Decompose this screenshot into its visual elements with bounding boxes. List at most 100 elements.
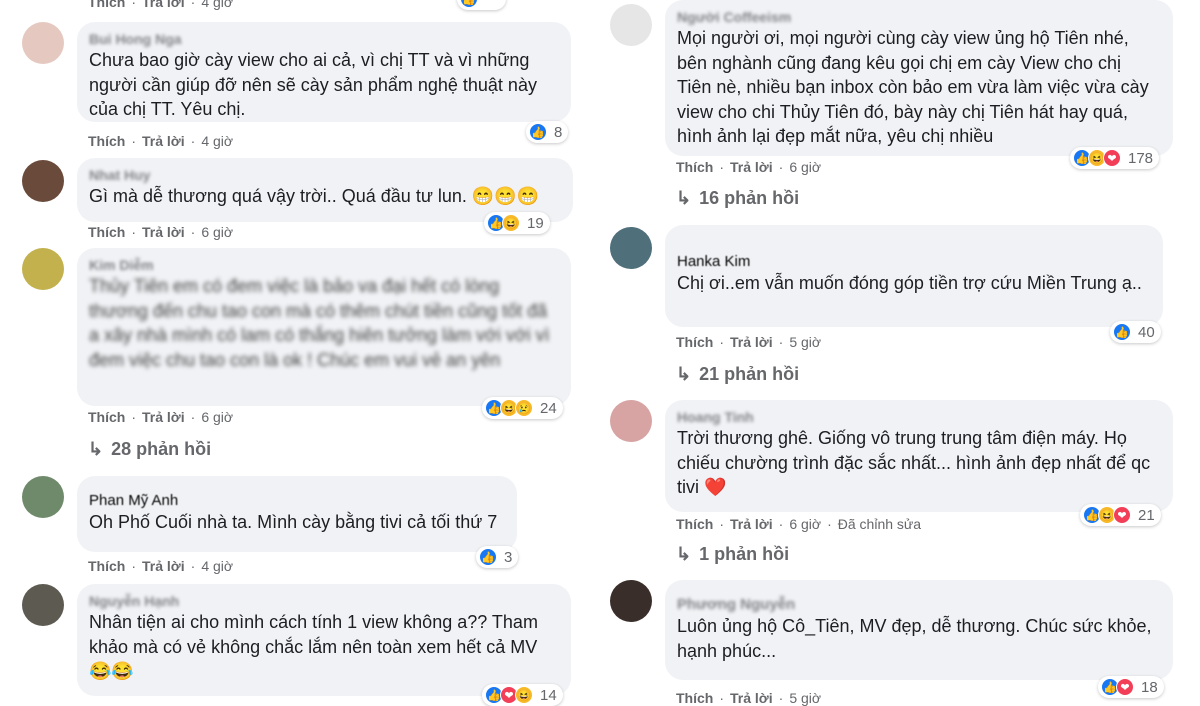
- reply-arrow-icon: ↳: [676, 544, 692, 564]
- comment-actions: Thích · Trả lời · 6 giờ: [88, 224, 234, 240]
- reaction-count: 14: [540, 686, 557, 704]
- comment-text: Luôn ủng hộ Cô_Tiên, MV đẹp, dễ thương. …: [677, 616, 1157, 661]
- timestamp[interactable]: 4 giờ: [201, 0, 233, 10]
- reaction-summary[interactable]: 👍 😆 ❤ 21: [1080, 504, 1161, 526]
- comment-actions: Thích · Trả lời · 6 giờ: [676, 159, 822, 175]
- reaction-summary[interactable]: 👍 ❤ 😆 14: [482, 684, 563, 706]
- like-link[interactable]: Thích: [88, 133, 125, 149]
- reaction-summary[interactable]: 👍 40: [1110, 321, 1161, 343]
- timestamp[interactable]: 6 giờ: [201, 409, 233, 425]
- comment-bubble: Hoang Tinh Trời thương ghê. Giống vô tru…: [665, 400, 1173, 512]
- replies-count: 28 phản hồi: [111, 439, 212, 459]
- reply-link[interactable]: Trả lời: [142, 409, 185, 425]
- comment-bubble: Phương Nguyễn Luôn ủng hộ Cô_Tiên, MV đẹ…: [665, 580, 1173, 680]
- like-reaction-icon: 👍: [479, 548, 497, 566]
- comment-text: Nhân tiện ai cho mình cách tính 1 view k…: [89, 612, 543, 681]
- timestamp[interactable]: 4 giờ: [201, 558, 233, 574]
- reaction-summary[interactable]: 👍 3: [476, 546, 519, 568]
- commenter-name[interactable]: Hanka Kim: [677, 253, 1149, 271]
- commenter-name[interactable]: Hoang Tinh: [677, 408, 1159, 426]
- commenter-name[interactable]: Bui Hong Nga: [89, 30, 557, 48]
- avatar[interactable]: [22, 248, 64, 290]
- avatar[interactable]: [610, 227, 652, 269]
- reaction-count: 21: [1138, 506, 1155, 524]
- reaction-summary[interactable]: 👍: [457, 0, 506, 10]
- view-replies-link[interactable]: ↳ 21 phản hồi: [676, 364, 799, 385]
- timestamp[interactable]: 6 giờ: [201, 224, 233, 240]
- comment-text: Thủy Tiên em có đem việc là bảo va đại h…: [89, 276, 555, 370]
- like-link[interactable]: Thích: [676, 690, 713, 706]
- reply-link[interactable]: Trả lời: [730, 334, 773, 350]
- comment-actions: Thích · Trả lời · 4 giờ: [88, 133, 234, 149]
- reaction-count: 18: [1141, 678, 1158, 696]
- sad-reaction-icon: 😢: [515, 399, 533, 417]
- like-link[interactable]: Thích: [676, 334, 713, 350]
- timestamp[interactable]: 5 giờ: [789, 334, 821, 350]
- view-replies-link[interactable]: ↳ 16 phản hồi: [676, 188, 799, 209]
- commenter-name[interactable]: Nhat Huy: [89, 166, 559, 184]
- like-reaction-icon: 👍: [529, 123, 547, 141]
- avatar[interactable]: [610, 400, 652, 442]
- comment-text: Chưa bao giờ cày view cho ai cả, vì chị …: [89, 50, 542, 119]
- comment-text: Gì mà dễ thương quá vậy trời.. Quá đầu t…: [89, 186, 540, 206]
- edited-label[interactable]: Đã chỉnh sửa: [838, 516, 921, 532]
- replies-count: 21 phản hồi: [699, 364, 800, 384]
- haha-reaction-icon: 😆: [502, 214, 520, 232]
- comment-actions: Thích · Trả lời · 5 giờ: [676, 334, 822, 350]
- left-edge-strip: [0, 0, 6, 700]
- reaction-summary[interactable]: 👍 😆 😢 24: [482, 397, 563, 419]
- commenter-name[interactable]: Phan Mỹ Anh: [89, 492, 503, 510]
- commenter-name[interactable]: Phương Nguyễn: [677, 596, 1159, 614]
- comment-text: Chị ơi..em vẫn muốn đóng góp tiền trợ cứ…: [677, 273, 1142, 293]
- comment-text: Oh Phố Cuối nhà ta. Mình cày bằng tivi c…: [89, 512, 498, 532]
- commenter-name[interactable]: Người Coffeeism: [677, 8, 1159, 26]
- haha-reaction-icon: 😆: [515, 686, 533, 704]
- comment-bubble: Phan Mỹ Anh Oh Phố Cuối nhà ta. Mình cày…: [77, 476, 517, 552]
- like-reaction-icon: 👍: [1113, 323, 1131, 341]
- avatar[interactable]: [22, 22, 64, 64]
- reaction-summary[interactable]: 👍 8: [526, 121, 569, 143]
- reaction-count: 40: [1138, 323, 1155, 341]
- reply-link[interactable]: Trả lời: [142, 0, 185, 10]
- comment-text: Mọi người ơi, mọi người cùng cày view ủn…: [677, 28, 1154, 146]
- view-replies-link[interactable]: ↳ 28 phản hồi: [88, 439, 211, 460]
- comment-actions: Thích · Trả lời · 6 giờ: [88, 409, 234, 425]
- reply-link[interactable]: Trả lời: [142, 224, 185, 240]
- timestamp[interactable]: 6 giờ: [789, 516, 821, 532]
- timestamp[interactable]: 5 giờ: [789, 690, 821, 706]
- reply-link[interactable]: Trả lời: [142, 558, 185, 574]
- avatar[interactable]: [610, 4, 652, 46]
- like-link[interactable]: Thích: [88, 558, 125, 574]
- comment-bubble: Nguyễn Hạnh Nhân tiện ai cho mình cách t…: [77, 584, 571, 696]
- like-link[interactable]: Thích: [88, 409, 125, 425]
- like-link[interactable]: Thích: [88, 224, 125, 240]
- love-reaction-icon: ❤: [1113, 506, 1131, 524]
- reaction-count: 24: [540, 399, 557, 417]
- reply-link[interactable]: Trả lời: [142, 133, 185, 149]
- comment-text: Trời thương ghê. Giống vô trung trung tâ…: [677, 428, 1156, 497]
- timestamp[interactable]: 6 giờ: [789, 159, 821, 175]
- like-link[interactable]: Thích: [88, 0, 125, 10]
- reaction-summary[interactable]: 👍 😆 ❤ 178: [1070, 147, 1160, 169]
- comment-actions: Thích · Trả lời · 4 giờ: [88, 0, 233, 10]
- like-link[interactable]: Thích: [676, 159, 713, 175]
- reaction-count: 19: [527, 214, 544, 232]
- reaction-summary[interactable]: 👍 😆 19: [484, 212, 550, 234]
- reply-link[interactable]: Trả lời: [730, 690, 773, 706]
- view-replies-link[interactable]: ↳ 1 phản hồi: [676, 544, 789, 565]
- replies-count: 1 phản hồi: [699, 544, 790, 564]
- reaction-summary[interactable]: 👍 ❤ 18: [1098, 676, 1164, 698]
- commenter-name[interactable]: Nguyễn Hạnh: [89, 592, 557, 610]
- comment-actions: Thích · Trả lời · 5 giờ: [676, 690, 822, 706]
- reply-link[interactable]: Trả lời: [730, 159, 773, 175]
- avatar[interactable]: [22, 160, 64, 202]
- like-link[interactable]: Thích: [676, 516, 713, 532]
- timestamp[interactable]: 4 giờ: [201, 133, 233, 149]
- reply-link[interactable]: Trả lời: [730, 516, 773, 532]
- comment-bubble: Người Coffeeism Mọi người ơi, mọi người …: [665, 0, 1173, 156]
- avatar[interactable]: [22, 476, 64, 518]
- commenter-name[interactable]: Kim Diễm: [89, 256, 557, 274]
- reply-arrow-icon: ↳: [676, 364, 692, 384]
- avatar[interactable]: [610, 580, 652, 622]
- avatar[interactable]: [22, 584, 64, 626]
